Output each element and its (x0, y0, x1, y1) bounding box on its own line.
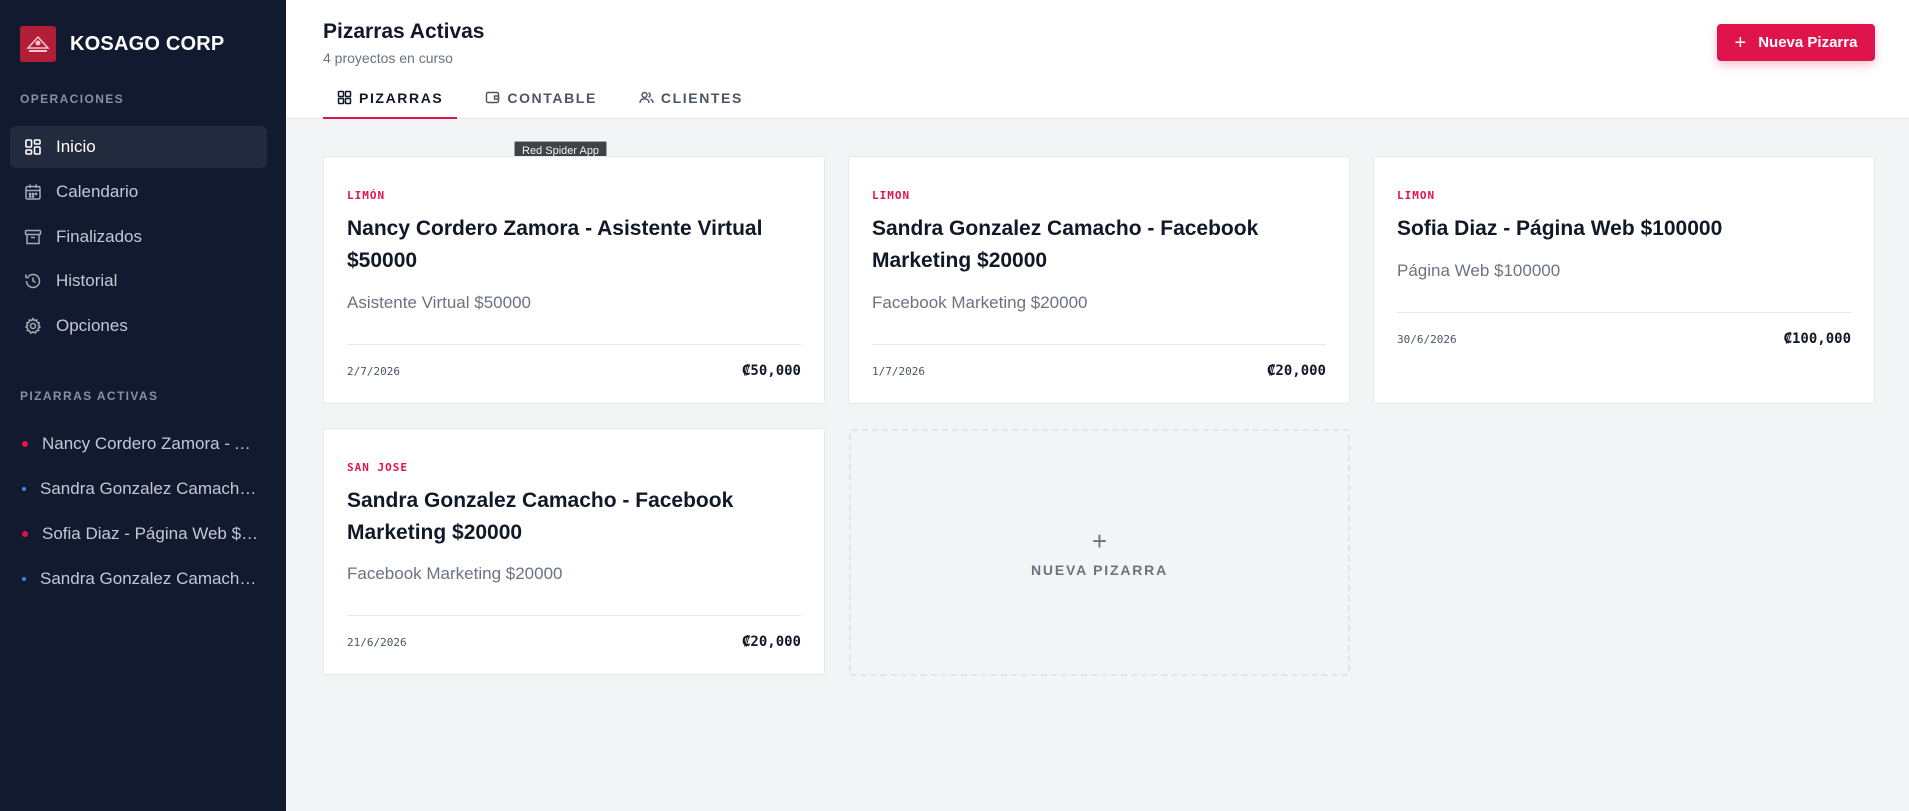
section-label-operations: OPERACIONES (20, 92, 125, 106)
page-subtitle: 4 proyectos en curso (323, 50, 453, 66)
card-amount: ₡20,000 (741, 634, 801, 650)
card-subtitle: Facebook Marketing $20000 (872, 293, 1088, 312)
sidebar-item-finalizados[interactable]: Finalizados (10, 216, 267, 258)
card-date: 2/7/2026 (347, 365, 400, 378)
section-label-boards: PIZARRAS ACTIVAS (20, 389, 159, 403)
status-dot (22, 531, 28, 537)
sidebar-board-label: Sandra Gonzalez Camacho - Facebook Marke… (40, 479, 262, 498)
sidebar-item-opciones[interactable]: Opciones (10, 305, 267, 347)
brand-name: KOSAGO CORP (70, 32, 225, 55)
status-dot (22, 441, 28, 447)
brand[interactable]: KOSAGO CORP (20, 26, 224, 62)
tab-label: PIZARRAS (359, 90, 444, 106)
card-subtitle: Asistente Virtual $50000 (347, 293, 531, 312)
grid-icon (337, 90, 352, 105)
sidebar-item-label: Calendario (56, 182, 139, 201)
users-icon (639, 90, 654, 105)
page-header: Pizarras Activas 4 proyectos en curso + … (286, 0, 1909, 119)
tab-pizarras[interactable]: PIZARRAS (322, 86, 458, 119)
sidebar-board-item[interactable]: Sandra Gonzalez Camacho - Facebook Marke… (22, 474, 262, 504)
new-board-button-label: Nueva Pizarra (1758, 34, 1858, 51)
sidebar-item-label: Historial (56, 271, 118, 290)
sidebar-item-historial[interactable]: Historial (10, 260, 267, 302)
card-divider (1397, 312, 1851, 313)
card-location: LIMON (872, 189, 911, 202)
card-subtitle: Página Web $100000 (1397, 261, 1561, 280)
sidebar-item-label: Inicio (56, 137, 96, 156)
tabs: PIZARRAS CONTABLE CLIENTES (322, 86, 785, 119)
sidebar-board-item[interactable]: Nancy Cordero Zamora - Asistente Virtual… (22, 429, 262, 459)
card-date: 30/6/2026 (1397, 333, 1457, 346)
card-subtitle: Facebook Marketing $20000 (347, 564, 563, 583)
card-title: Sofia Diaz - Página Web $100000 (1397, 217, 1723, 240)
sidebar-item-calendario[interactable]: Calendario (10, 171, 267, 213)
plus-icon: + (1734, 31, 1747, 54)
sidebar-item-inicio[interactable]: Inicio (10, 126, 267, 168)
sidebar: KOSAGO CORP OPERACIONES Inicio Calendari… (0, 0, 286, 811)
sidebar-item-label: Finalizados (56, 227, 142, 246)
sidebar-board-label: Sandra Gonzalez Camacho - Facebook Marke… (40, 569, 262, 588)
card-location: LIMÓN (347, 189, 386, 202)
sidebar-board-item[interactable]: Sandra Gonzalez Camacho - Facebook Marke… (22, 564, 262, 594)
calendar-icon (24, 183, 42, 201)
card-date: 1/7/2026 (872, 365, 925, 378)
kosago-logo-icon (20, 26, 56, 62)
new-board-button[interactable]: + Nueva Pizarra (1717, 24, 1875, 61)
sidebar-board-label: Nancy Cordero Zamora - Asistente Virtual… (42, 434, 262, 453)
card-title: Sandra Gonzalez Camacho - Facebook Marke… (347, 489, 734, 544)
gear-icon (24, 317, 42, 335)
wallet-icon (485, 90, 500, 105)
dashboard-icon (24, 138, 42, 156)
tab-label: CONTABLE (507, 90, 597, 106)
sidebar-item-label: Opciones (56, 316, 128, 335)
card-location: LIMON (1397, 189, 1436, 202)
board-card[interactable]: LIMON Sandra Gonzalez Camacho - Facebook… (848, 156, 1350, 404)
sidebar-board-item[interactable]: Sofia Diaz - Página Web $100000 (22, 519, 262, 549)
history-icon (24, 272, 42, 290)
plus-icon: + (1091, 525, 1108, 556)
sidebar-board-label: Sofia Diaz - Página Web $100000 (42, 524, 262, 543)
new-board-card-label: NUEVA PIZARRA (1031, 561, 1168, 578)
board-card[interactable]: LIMON Sofia Diaz - Página Web $100000 Pá… (1373, 156, 1875, 404)
status-dot (22, 577, 26, 581)
tab-clientes[interactable]: CLIENTES (639, 86, 743, 119)
card-amount: ₡20,000 (1266, 363, 1326, 379)
card-divider (872, 344, 1326, 345)
card-amount: ₡50,000 (741, 363, 801, 379)
archive-icon (24, 228, 42, 246)
card-divider (347, 615, 801, 616)
board-card[interactable]: LIMÓN Nancy Cordero Zamora - Asistente V… (323, 156, 825, 404)
new-board-card[interactable]: + NUEVA PIZARRA (849, 429, 1350, 676)
status-dot (22, 487, 26, 491)
card-date: 21/6/2026 (347, 636, 407, 649)
card-amount: ₡100,000 (1783, 331, 1851, 347)
card-title: Sandra Gonzalez Camacho - Facebook Marke… (872, 217, 1259, 272)
card-divider (347, 344, 801, 345)
card-location: SAN JOSE (347, 461, 408, 474)
page-title: Pizarras Activas (323, 20, 485, 43)
card-title: Nancy Cordero Zamora - Asistente Virtual… (347, 217, 763, 272)
tab-contable[interactable]: CONTABLE (485, 86, 597, 119)
tab-label: CLIENTES (660, 90, 743, 106)
board-card[interactable]: SAN JOSE Sandra Gonzalez Camacho - Faceb… (323, 428, 825, 675)
